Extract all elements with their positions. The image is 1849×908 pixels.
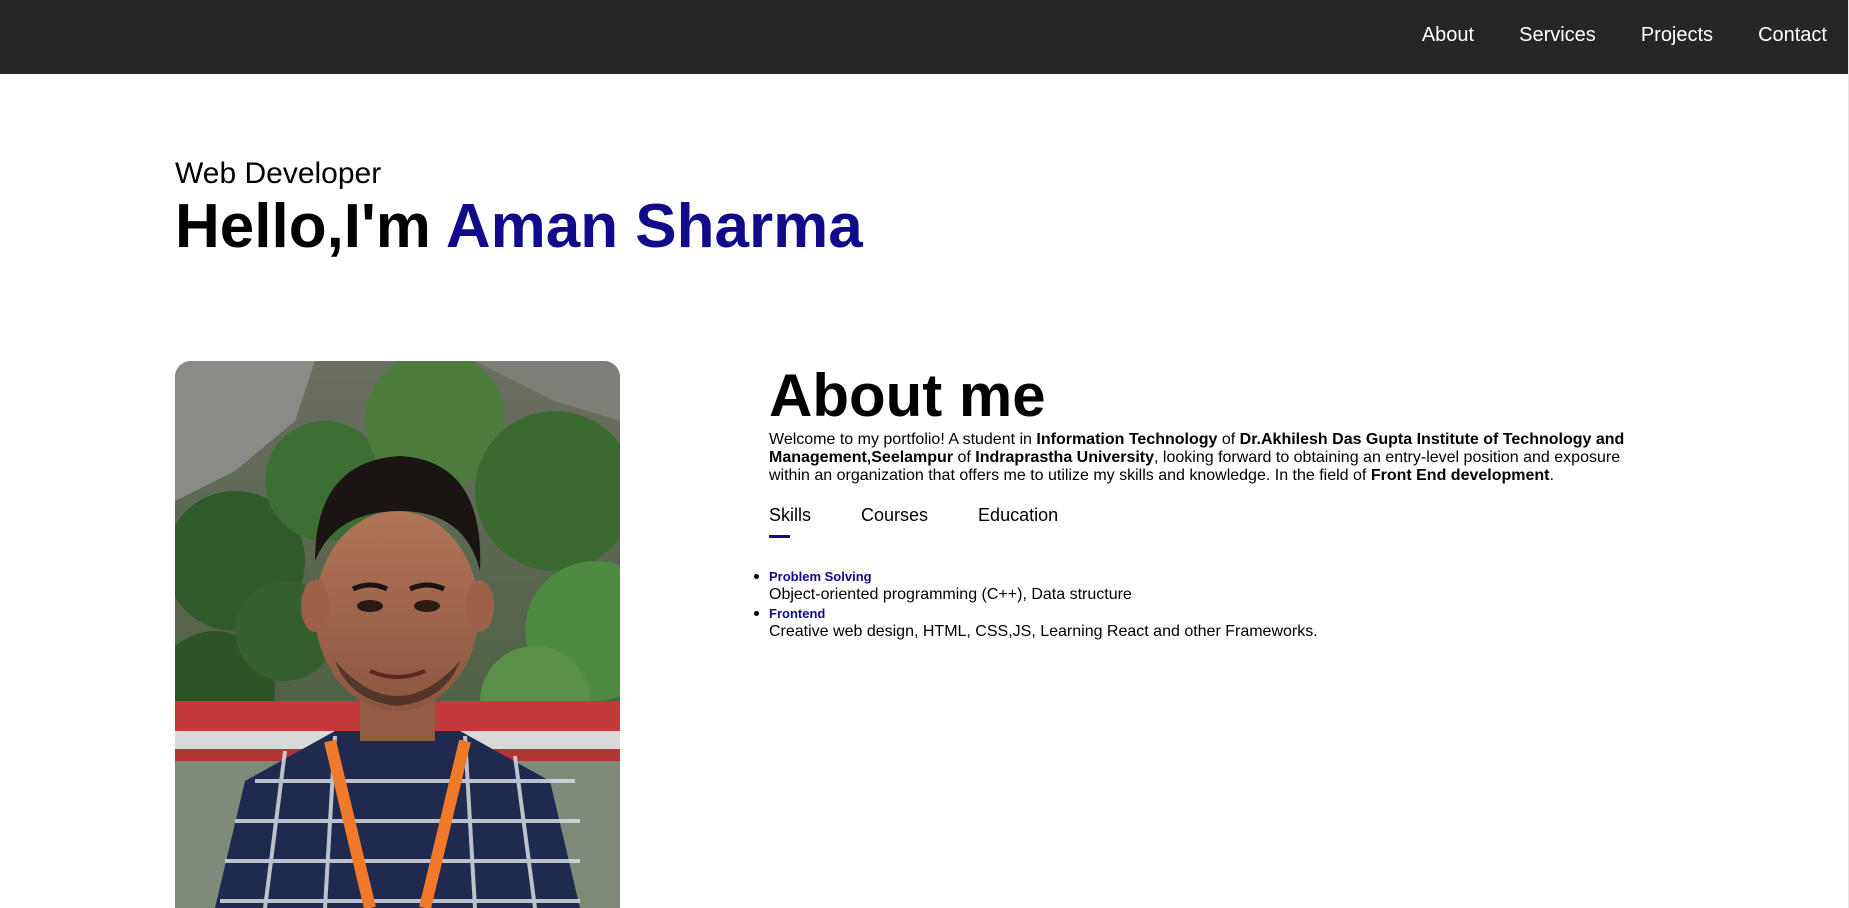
skill-description: Object-oriented programming (C++), Data …: [769, 586, 1132, 603]
about-section: About me Welcome to my portfolio! A stud…: [754, 361, 1639, 642]
intro-bold-domain: Front End development: [1370, 467, 1550, 484]
intro-bold-university: Indraprastha University: [975, 449, 1155, 466]
intro-text: of: [953, 449, 976, 466]
skills-list: Problem Solving Object-oriented programm…: [754, 568, 1639, 641]
profile-photo: [175, 361, 620, 908]
tab-education[interactable]: Education: [978, 505, 1058, 536]
navbar: About Services Projects Contact: [0, 0, 1849, 74]
skill-name: Frontend: [769, 606, 826, 621]
list-item: Frontend Creative web design, HTML, CSS,…: [754, 605, 1639, 641]
nav-links: About Services Projects Contact: [1422, 0, 1827, 70]
intro-text: .: [1549, 467, 1554, 484]
about-heading: About me: [769, 362, 1046, 429]
skill-description: Creative web design, HTML, CSS,JS, Learn…: [769, 623, 1318, 640]
list-item: Problem Solving Object-oriented programm…: [754, 568, 1639, 604]
nav-link-projects[interactable]: Projects: [1641, 24, 1713, 47]
tab-skills[interactable]: Skills: [769, 505, 811, 538]
hero-title: Hello,I'm Aman Sharma: [175, 194, 863, 260]
intro-bold-field: Information Technology: [1036, 431, 1218, 448]
tab-courses[interactable]: Courses: [861, 505, 928, 536]
hero-section: Web Developer Hello,I'm Aman Sharma: [175, 154, 863, 260]
skill-name: Problem Solving: [769, 569, 872, 584]
nav-link-services[interactable]: Services: [1519, 24, 1596, 47]
about-tabs: Skills Courses Education: [769, 505, 1639, 538]
hero-greeting: Hello,I'm: [175, 192, 446, 261]
nav-link-about[interactable]: About: [1422, 24, 1474, 47]
nav-link-contact[interactable]: Contact: [1758, 24, 1827, 47]
hero-subtitle: Web Developer: [175, 157, 382, 190]
profile-photo-image: [175, 361, 620, 908]
hero-name: Aman Sharma: [445, 192, 863, 261]
intro-text: Welcome to my portfolio! A student in: [769, 431, 1037, 448]
intro-text: of: [1217, 431, 1240, 448]
about-intro: Welcome to my portfolio! A student in In…: [769, 431, 1639, 485]
